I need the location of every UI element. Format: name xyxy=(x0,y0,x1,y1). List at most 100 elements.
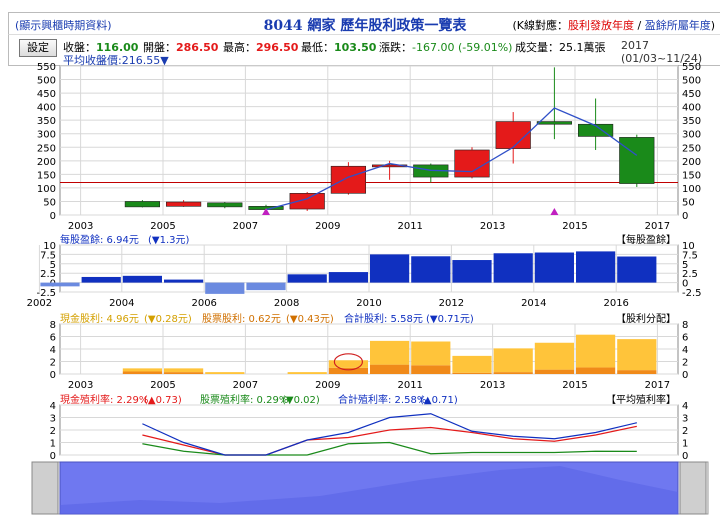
candle-body xyxy=(536,121,573,125)
eps-bar xyxy=(411,256,451,283)
eps-bar xyxy=(617,256,657,283)
dividend-xtick: 2007 xyxy=(233,380,258,391)
cash-dividend-bar xyxy=(205,372,245,374)
candle-body xyxy=(165,201,202,207)
price-ytick-right: 300 xyxy=(682,130,701,141)
stock-dividend-label: 股票股利: 0.62元 xyxy=(202,313,281,325)
eps-xtick: 2014 xyxy=(521,298,546,309)
price-ytick-right: 250 xyxy=(682,143,701,154)
stock-dividend-change: (▼0.43元) xyxy=(286,314,334,325)
eps-change: (▼1.3元) xyxy=(148,235,189,246)
eps-bar xyxy=(493,253,533,283)
eps-bar xyxy=(370,254,410,283)
dividend-xtick: 2003 xyxy=(68,380,93,391)
price-ytick-right: 200 xyxy=(682,157,701,168)
stock-dividend-bar xyxy=(452,372,492,374)
price-ytick-right: 400 xyxy=(682,103,701,114)
total-dividend-change: (▼0.71元) xyxy=(426,314,474,325)
price-xtick: 2015 xyxy=(562,221,587,232)
price-ytick-right: 550 xyxy=(682,62,701,73)
price-ytick-left: 200 xyxy=(37,157,56,168)
stock-dividend-bar xyxy=(164,372,204,374)
cash-dividend-bar xyxy=(287,372,327,374)
total-yield-label: 合計殖利率: 2.58% xyxy=(338,393,426,406)
stock-dividend-bar xyxy=(576,367,616,374)
candle-body xyxy=(289,193,325,210)
dividend-ytick-left: 2 xyxy=(50,358,56,369)
cash-dividend-bar xyxy=(452,355,492,373)
eps-ytick-right: 5 xyxy=(682,260,688,271)
yield-ytick-left: 0 xyxy=(50,451,56,462)
eps-bar xyxy=(534,252,574,283)
dividend-xtick: 2009 xyxy=(315,380,340,391)
dividend-ytick-right: 6 xyxy=(682,333,688,344)
price-ytick-left: 450 xyxy=(37,89,56,100)
candle-body xyxy=(619,137,655,184)
dividend-xtick: 2013 xyxy=(480,380,505,391)
eps-bar xyxy=(287,274,327,283)
cash-dividend-label: 現金股利: 4.96元 xyxy=(60,312,139,325)
price-xtick: 2013 xyxy=(480,221,505,232)
yield-ytick-right: 3 xyxy=(682,414,688,425)
candle-body xyxy=(207,202,243,208)
candle-body xyxy=(454,149,490,178)
cash-dividend-bar xyxy=(617,339,657,371)
eps-ytick-right: 2.5 xyxy=(682,269,698,280)
cash-dividend-bar xyxy=(411,341,451,366)
price-ytick-right: 50 xyxy=(682,197,695,208)
eps-title: 【每股盈餘】 xyxy=(616,233,676,246)
price-xtick: 2003 xyxy=(68,221,93,232)
dividend-xtick: 2005 xyxy=(150,380,175,391)
eps-xtick: 2002 xyxy=(27,298,52,309)
price-xtick: 2009 xyxy=(315,221,340,232)
price-ytick-left: 100 xyxy=(37,184,56,195)
yield-ytick-right: 4 xyxy=(682,401,688,412)
stock-dividend-bar xyxy=(493,372,533,374)
yield-ytick-left: 2 xyxy=(50,426,56,437)
eps-bar xyxy=(164,279,204,283)
dividend-ytick-right: 8 xyxy=(682,320,688,331)
dividend-xtick: 2017 xyxy=(645,380,670,391)
dividend-ytick-right: 0 xyxy=(682,370,688,381)
navigator-left-handle[interactable] xyxy=(31,461,59,515)
cash-dividend-bar xyxy=(370,340,410,365)
eps-xtick: 2004 xyxy=(109,298,134,309)
price-xtick: 2007 xyxy=(233,221,258,232)
price-ytick-right: 450 xyxy=(682,89,701,100)
dividend-ytick-left: 0 xyxy=(50,370,56,381)
total-yield-change: (▲0.71) xyxy=(420,395,458,406)
eps-bar xyxy=(576,251,616,283)
price-ytick-left: 250 xyxy=(37,143,56,154)
candle-body xyxy=(330,165,367,194)
eps-ytick-left: 5 xyxy=(50,260,56,271)
dividend-title: 【股利分配】 xyxy=(616,313,676,325)
navigator-right-handle[interactable] xyxy=(679,461,707,515)
price-ytick-left: 500 xyxy=(37,76,56,87)
cash-dividend-change: (▼0.28元) xyxy=(144,314,192,325)
price-xtick: 2017 xyxy=(645,221,670,232)
dividend-xtick: 2015 xyxy=(562,380,587,391)
price-ytick-left: 400 xyxy=(37,103,56,114)
stock-yield-label: 股票殖利率: 0.29% xyxy=(200,393,288,406)
stock-dividend-bar xyxy=(411,365,451,374)
eps-bar xyxy=(122,275,162,283)
eps-xtick: 2016 xyxy=(603,298,628,309)
stock-dividend-bar xyxy=(122,371,162,374)
eps-ytick-right: 0 xyxy=(682,279,688,290)
price-ytick-left: 300 xyxy=(37,130,56,141)
cash-dividend-bar xyxy=(576,334,616,368)
candle-body xyxy=(124,201,161,208)
price-ytick-right: 0 xyxy=(682,211,688,222)
eps-xtick: 2012 xyxy=(439,298,464,309)
dividend-charts: 0 050 50100 100150 150200 200250 250300 300350 3… xyxy=(27,62,709,515)
yield-ytick-left: 3 xyxy=(50,414,56,425)
eps-bar xyxy=(328,272,368,283)
yield-ytick-left: 4 xyxy=(50,401,56,412)
yield-ytick-right: 1 xyxy=(682,439,688,450)
eps-xtick: 2008 xyxy=(274,298,299,309)
cash-dividend-bar xyxy=(493,348,533,373)
price-ytick-left: 0 xyxy=(50,211,56,222)
cash-dividend-bar xyxy=(534,342,574,370)
yield-ytick-right: 0 xyxy=(682,451,688,462)
eps-ytick-left: 2.5 xyxy=(40,269,56,280)
